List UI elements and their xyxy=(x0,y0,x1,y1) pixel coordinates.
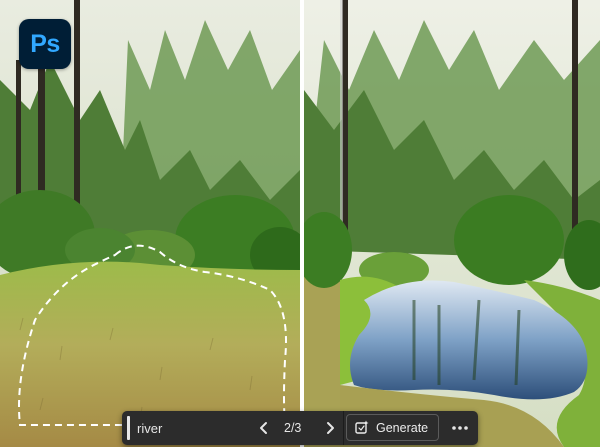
chevron-left-icon xyxy=(260,422,267,434)
ps-logo-text: Ps xyxy=(30,29,60,58)
text-cursor xyxy=(127,416,130,440)
generate-button[interactable]: Generate xyxy=(346,414,439,441)
canvas-generated xyxy=(304,0,600,447)
generative-fill-icon xyxy=(355,420,369,434)
photoshop-icon: Ps xyxy=(19,19,71,69)
prompt-input[interactable]: river xyxy=(137,421,162,436)
forest-river-image xyxy=(304,0,600,447)
more-options-button[interactable] xyxy=(449,420,471,436)
toolbar-divider xyxy=(343,411,344,445)
more-horizontal-icon xyxy=(452,426,468,430)
next-variation-button[interactable] xyxy=(321,418,339,438)
chevron-right-icon xyxy=(327,422,334,434)
previous-variation-button[interactable] xyxy=(255,418,273,438)
variation-counter: 2/3 xyxy=(284,421,302,435)
generate-label: Generate xyxy=(376,421,429,435)
contextual-task-bar: river 2/3 Generate xyxy=(122,411,478,445)
